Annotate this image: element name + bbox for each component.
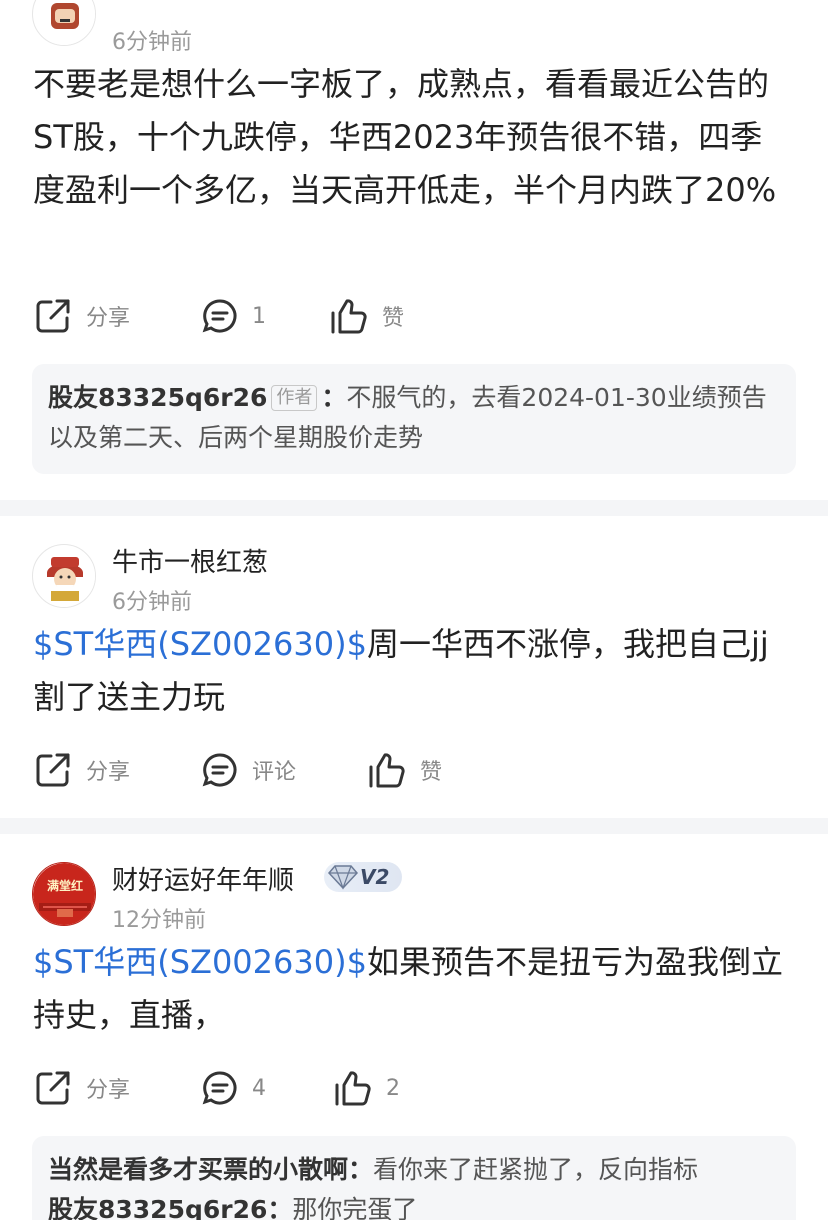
share-icon <box>36 753 70 787</box>
reply-separator: ： <box>267 1195 293 1220</box>
thumbs-up-icon <box>335 1071 371 1106</box>
post-time: 6分钟前 <box>112 30 192 55</box>
like-button[interactable]: 赞 <box>330 296 404 336</box>
post-card: 满堂红 财好运好年年顺 12分钟前 $ST华西(SZ002630)$如果预告不是… <box>0 834 828 1220</box>
comment-icon <box>202 753 237 787</box>
like-count: 2 <box>386 1075 400 1101</box>
diamond-icon <box>328 865 358 890</box>
post-divider <box>0 500 828 516</box>
comment-button[interactable]: 评论 <box>202 750 296 790</box>
share-label: 分享 <box>86 1078 131 1103</box>
reply-author[interactable]: 股友83325q6r26 <box>48 1195 267 1220</box>
reply-line[interactable]: 当然是看多才买票的小散啊：看你来了赶紧抛了，反向指标 <box>48 1150 780 1190</box>
post-card: 牛市一根红葱 6分钟前 $ST华西(SZ002630)$周一华西不涨停，我把自己… <box>0 516 828 818</box>
avatar[interactable] <box>32 0 96 46</box>
share-button[interactable]: 分享 <box>34 750 130 790</box>
reply-line[interactable]: 股友83325q6r26：那你完蛋了 <box>48 1190 780 1220</box>
share-icon <box>36 299 70 333</box>
post-content[interactable]: 不要老是想什么一字板了，成熟点，看看最近公告的ST股，十个九跌停，华西2023年… <box>33 58 793 217</box>
comment-icon <box>202 1071 237 1105</box>
comment-count: 1 <box>252 303 266 329</box>
like-label: 赞 <box>420 760 443 785</box>
avatar[interactable]: 满堂红 <box>32 862 96 926</box>
stock-link[interactable]: $ST华西(SZ002630)$ <box>33 943 367 981</box>
reply-box[interactable]: 股友83325q6r26 作者 ：不服气的，去看2024-01-30业绩预告以及第二… <box>32 364 796 474</box>
share-button[interactable]: 分享 <box>34 1068 130 1108</box>
avatar[interactable] <box>32 544 96 608</box>
vip-level-badge[interactable]: V2 <box>324 862 402 892</box>
share-button[interactable]: 分享 <box>34 296 130 336</box>
post-time: 6分钟前 <box>112 590 192 615</box>
post-content[interactable]: $ST华西(SZ002630)$如果预告不是扭亏为盈我倒立持史，直播， <box>33 936 793 1042</box>
author-tag: 作者 <box>271 385 318 411</box>
like-button[interactable]: 赞 <box>368 750 442 790</box>
share-label: 分享 <box>86 306 131 331</box>
comment-button[interactable]: 4 <box>202 1068 266 1108</box>
stock-link[interactable]: $ST华西(SZ002630)$ <box>33 625 367 663</box>
share-icon <box>36 1071 70 1105</box>
thumbs-up-icon <box>331 299 367 334</box>
avatar-text: 满堂红 <box>46 879 83 893</box>
reply-separator: ： <box>321 383 347 412</box>
comment-button[interactable]: 1 <box>202 296 266 336</box>
post-time: 12分钟前 <box>112 908 206 933</box>
reply-box[interactable]: 当然是看多才买票的小散啊：看你来了赶紧抛了，反向指标 股友83325q6r26：… <box>32 1136 796 1220</box>
reply-text: 看你来了赶紧抛了，反向指标 <box>373 1155 699 1184</box>
share-label: 分享 <box>86 760 131 785</box>
thumbs-up-icon <box>369 753 405 788</box>
comment-icon <box>202 299 237 333</box>
username[interactable]: 牛市一根红葱 <box>112 542 268 579</box>
reply-text: 那你完蛋了 <box>292 1195 418 1220</box>
post-card: 6分钟前 不要老是想什么一字板了，成熟点，看看最近公告的ST股，十个九跌停，华西… <box>0 0 828 500</box>
vip-level: V2 <box>360 865 390 889</box>
post-divider <box>0 818 828 834</box>
post-content[interactable]: $ST华西(SZ002630)$周一华西不涨停，我把自己jj割了送主力玩 <box>33 618 793 724</box>
reply-author[interactable]: 股友83325q6r26 <box>48 383 267 412</box>
reply-author[interactable]: 当然是看多才买票的小散啊 <box>48 1155 348 1184</box>
like-label: 赞 <box>382 306 405 331</box>
comment-label: 评论 <box>252 760 297 785</box>
like-button[interactable]: 2 <box>334 1068 400 1108</box>
username[interactable]: 财好运好年年顺 <box>112 860 294 897</box>
comment-count: 4 <box>252 1075 266 1101</box>
reply-separator: ： <box>348 1155 374 1184</box>
